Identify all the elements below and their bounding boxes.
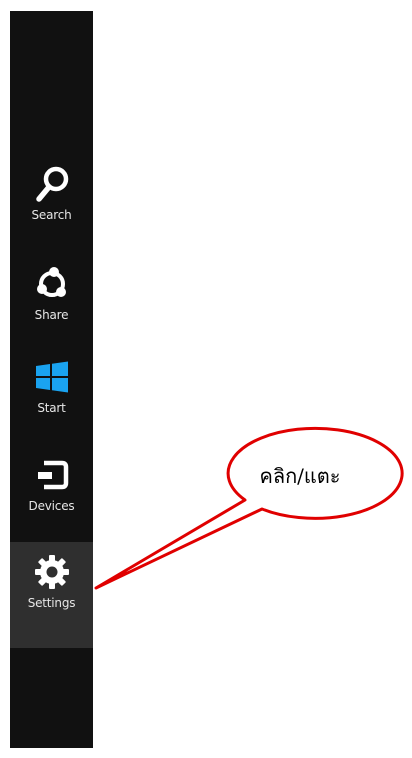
start-charm[interactable]: Start [10, 355, 93, 415]
share-icon [30, 262, 74, 306]
share-charm[interactable]: Share [10, 262, 93, 322]
start-charm-label: Start [37, 401, 66, 415]
callout-text: คลิก/แตะ [259, 464, 341, 488]
settings-charm[interactable]: Settings [10, 542, 93, 648]
charms-bar: Search Share Start Devices Settings [10, 11, 93, 748]
gear-icon [30, 550, 74, 594]
devices-charm-label: Devices [28, 499, 75, 513]
search-charm[interactable]: Search [10, 162, 93, 222]
search-icon [30, 162, 74, 206]
devices-charm[interactable]: Devices [10, 453, 93, 513]
search-charm-label: Search [31, 208, 72, 222]
settings-charm-label: Settings [27, 596, 76, 610]
page: Search Share Start Devices Settings คลิก… [0, 0, 412, 758]
devices-icon [30, 453, 74, 497]
windows-logo-icon [30, 355, 74, 399]
share-charm-label: Share [34, 308, 69, 322]
